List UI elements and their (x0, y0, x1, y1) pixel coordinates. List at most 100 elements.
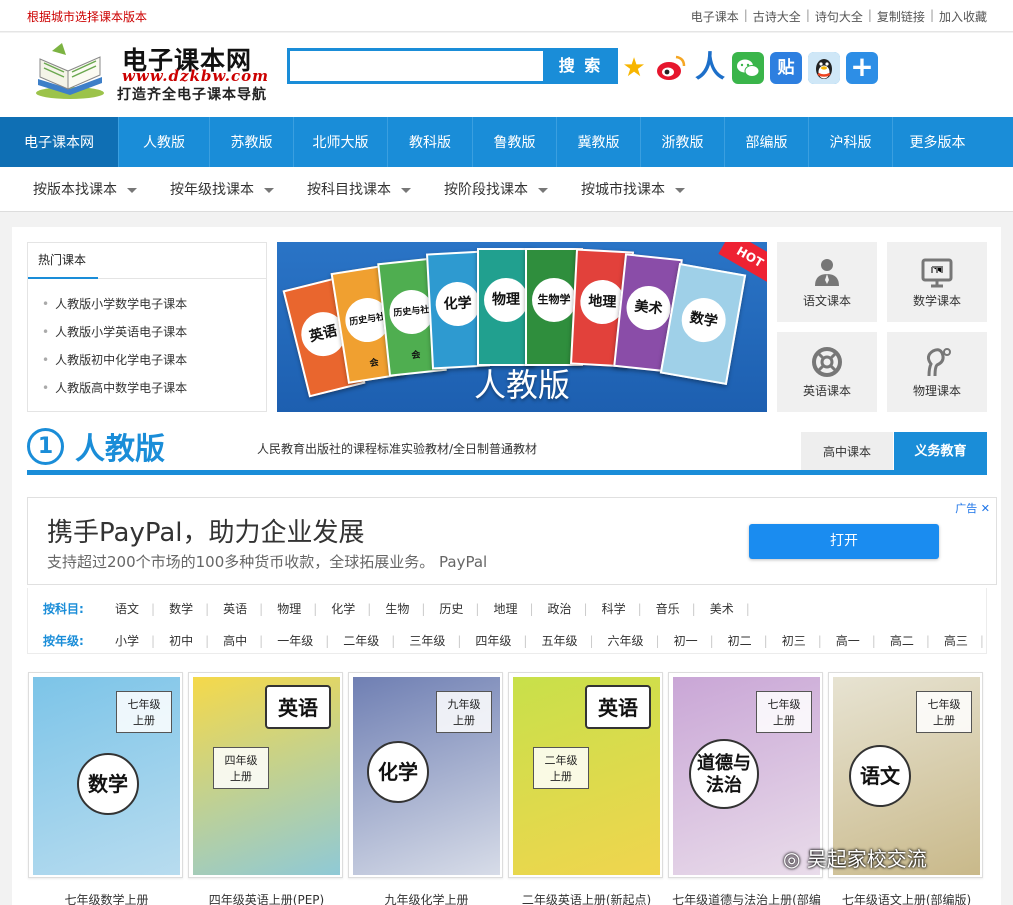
qq-icon[interactable] (808, 52, 840, 84)
paypal-ad[interactable]: 携手PayPal，助力企业发展 支持超过200个市场的100多种货币收款，全球拓… (27, 497, 997, 585)
filter-subject-music[interactable]: 音乐 (656, 600, 696, 617)
filter-grade[interactable]: 小学 (115, 632, 155, 649)
hot-item[interactable]: 人教版初中化学电子课本 (42, 351, 187, 368)
person-icon (815, 259, 839, 286)
filter-subject-chinese[interactable]: 语文 (115, 600, 155, 617)
filter-grade[interactable]: 初一 (674, 632, 714, 649)
logo-slogan: 打造齐全电子课本导航 (117, 87, 267, 103)
section-divider (27, 470, 987, 475)
nav-home[interactable]: 电子课本网 (0, 117, 119, 167)
hot-item[interactable]: 人教版高中数学电子课本 (42, 379, 187, 396)
banner-book-label: 美术 (624, 283, 673, 333)
filter-grade[interactable]: 初中 (169, 632, 209, 649)
tieba-icon[interactable]: 贴 (770, 52, 802, 84)
filter-grade[interactable]: 初二 (728, 632, 768, 649)
subnav-by-subject[interactable]: 按科目找课本 (307, 167, 411, 212)
filter-subject-politics[interactable]: 政治 (548, 600, 588, 617)
book-cover[interactable]: 二年级 上册 英语 (513, 677, 660, 875)
wechat-watermark-icon: ◎ (783, 847, 807, 871)
subject-tile-physics[interactable]: 物理课本 (887, 332, 987, 412)
subnav-by-city[interactable]: 按城市找课本 (581, 167, 685, 212)
renjiao-banner[interactable]: 英语 历史与社会 历史与社会 化学 物理 生物学 地理 美术 数学 人教版 HO… (277, 242, 767, 412)
book-title[interactable]: 九年级化学上册 (349, 891, 504, 905)
nav-more[interactable]: 更多版本 (893, 117, 982, 167)
filter-grade[interactable]: 二年级 (343, 632, 395, 649)
search-button[interactable]: 搜 索 (543, 48, 618, 84)
nav-zhejiao[interactable]: 浙教版 (641, 117, 725, 167)
filter-grade[interactable]: 五年级 (541, 632, 593, 649)
qzone-icon[interactable]: ★ (618, 52, 650, 84)
top-link-poems[interactable]: 古诗大全 (753, 8, 801, 25)
top-link-textbooks[interactable]: 电子课本 (691, 8, 739, 25)
book-card[interactable]: 二年级 上册 英语 二年级英语上册(新起点) (508, 672, 663, 905)
filter-subject-chemistry[interactable]: 化学 (331, 600, 371, 617)
top-link-verses[interactable]: 诗句大全 (815, 8, 863, 25)
filter-subject-english[interactable]: 英语 (223, 600, 263, 617)
nav-beishida[interactable]: 北师大版 (294, 117, 388, 167)
filter-subject-biology[interactable]: 生物 (385, 600, 425, 617)
filter-subject-math[interactable]: 数学 (169, 600, 209, 617)
nav-renjiao[interactable]: 人教版 (119, 117, 210, 167)
filter-grade[interactable]: 高二 (890, 632, 930, 649)
hot-item[interactable]: 人教版小学英语电子课本 (42, 323, 187, 340)
book-cover[interactable]: 四年级 上册 英语 (193, 677, 340, 875)
top-link-copy-link[interactable]: 复制链接 (877, 8, 925, 25)
chevron-down-icon (675, 187, 685, 193)
cover-grade: 四年级 上册 (213, 747, 269, 789)
filter-grade[interactable]: 高一 (836, 632, 876, 649)
subnav-by-stage[interactable]: 按阶段找课本 (444, 167, 548, 212)
logo-book-icon[interactable] (32, 41, 108, 101)
filter-subject-art[interactable]: 美术 (710, 600, 750, 617)
book-title[interactable]: 七年级道德与法治上册(部编 (669, 891, 824, 905)
ad-open-button[interactable]: 打开 (749, 524, 939, 559)
book-card[interactable]: 九年级 上册 化学 九年级化学上册 (348, 672, 503, 905)
book-title[interactable]: 七年级语文上册(部编版) (829, 891, 984, 905)
book-title[interactable]: 七年级数学上册 (29, 891, 184, 905)
cover-grade: 七年级 上册 (756, 691, 812, 733)
filter-subject-science[interactable]: 科学 (602, 600, 642, 617)
book-card[interactable]: 四年级 上册 英语 四年级英语上册(PEP) (188, 672, 343, 905)
renren-icon[interactable]: 人 (694, 52, 726, 84)
filter-grade[interactable]: 一年级 (277, 632, 329, 649)
filter-grade[interactable]: 高三 (944, 632, 984, 649)
wechat-icon[interactable] (732, 52, 764, 84)
filter-grade[interactable]: 三年级 (409, 632, 461, 649)
filter-grade[interactable]: 六年级 (608, 632, 660, 649)
subject-tile-english[interactable]: 英语课本 (777, 332, 877, 412)
book-title[interactable]: 二年级英语上册(新起点) (509, 891, 664, 905)
filter-subject-physics[interactable]: 物理 (277, 600, 317, 617)
main-nav: 电子课本网 人教版 苏教版 北师大版 教科版 鲁教版 冀教版 浙教版 部编版 沪… (0, 117, 1013, 167)
more-share-icon[interactable]: + (846, 52, 878, 84)
subject-tile-math[interactable]: 数学课本 (887, 242, 987, 322)
hot-textbooks-title: 热门课本 (28, 243, 266, 279)
subnav-label: 按城市找课本 (581, 182, 665, 198)
filter-grade[interactable]: 初三 (782, 632, 822, 649)
book-cover[interactable]: 九年级 上册 化学 (353, 677, 500, 875)
nav-jijiao[interactable]: 冀教版 (557, 117, 641, 167)
subject-filter-row: 按科目: 语文 数学 英语 物理 化学 生物 历史 地理 政治 科学 音乐 美术 (43, 600, 750, 617)
book-card[interactable]: 七年级 上册 数学 七年级数学上册 (28, 672, 183, 905)
weibo-icon[interactable] (655, 52, 687, 84)
ad-close-label[interactable]: 广告 ✕ (955, 500, 990, 516)
hot-item[interactable]: 人教版小学数学电子课本 (42, 295, 187, 312)
tab-compulsory-education[interactable]: 义务教育 (894, 432, 987, 470)
filter-grade[interactable]: 高中 (223, 632, 263, 649)
nav-bubian[interactable]: 部编版 (725, 117, 809, 167)
nav-jiaoke[interactable]: 教科版 (388, 117, 473, 167)
book-title[interactable]: 四年级英语上册(PEP) (189, 891, 344, 905)
nav-lujiao[interactable]: 鲁教版 (473, 117, 557, 167)
filter-grade[interactable]: 四年级 (475, 632, 527, 649)
filter-subject-history[interactable]: 历史 (439, 600, 479, 617)
city-select-tip[interactable]: 根据城市选择课本版本 (27, 8, 147, 25)
nav-huke[interactable]: 沪科版 (809, 117, 893, 167)
top-link-bookmark[interactable]: 加入收藏 (939, 8, 987, 25)
filter-subject-geography[interactable]: 地理 (493, 600, 533, 617)
nav-sujiao[interactable]: 苏教版 (210, 117, 294, 167)
subject-tile-chinese[interactable]: 语文课本 (777, 242, 877, 322)
tab-high-school[interactable]: 高中课本 (801, 432, 893, 470)
logo-url[interactable]: www.dzkbw.com (122, 67, 269, 85)
subnav-by-edition[interactable]: 按版本找课本 (33, 167, 137, 212)
subnav-by-grade[interactable]: 按年级找课本 (170, 167, 274, 212)
search-input[interactable] (287, 48, 543, 84)
book-cover[interactable]: 七年级 上册 数学 (33, 677, 180, 875)
